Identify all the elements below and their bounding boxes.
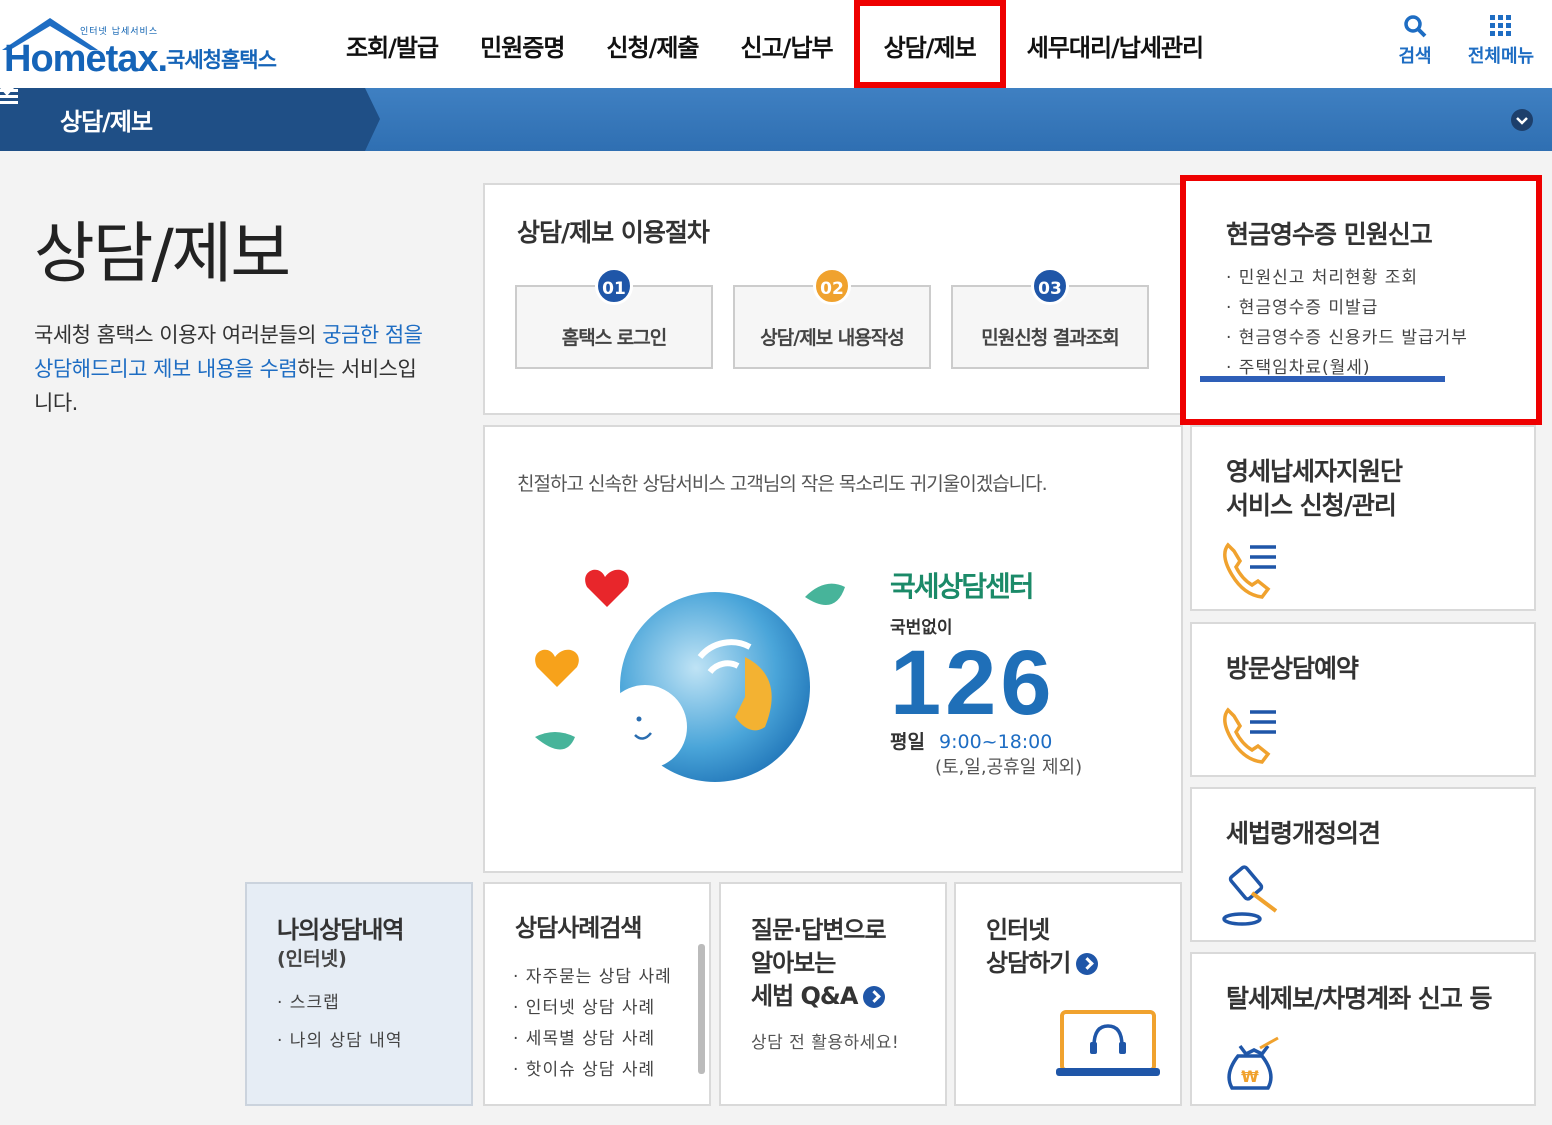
- search-label: 검색: [1398, 46, 1432, 67]
- tax-qa-title: 질문·답변으로 알아보는 세법 Q&A: [751, 914, 887, 1013]
- visit-consult-panel[interactable]: 방문상담예약: [1190, 622, 1536, 777]
- money-bag-icon: ₩: [1227, 1036, 1279, 1090]
- laptop-headset-icon: [1056, 1010, 1160, 1076]
- small-taxpayer-title-line1: 영세납세자지원단: [1226, 457, 1403, 486]
- consult-case-item[interactable]: · 자주묻는 상담 사례: [513, 962, 672, 993]
- arrow-right-icon: [1076, 953, 1099, 975]
- tax-qa-title-line3: 세법 Q&A: [751, 982, 858, 1010]
- annotation-underline: [1200, 376, 1445, 382]
- search-icon: [1404, 15, 1427, 38]
- my-consult-title: 나의상담내역: [277, 916, 404, 944]
- call-center-hours: 평일 9:00~18:00: [890, 727, 1052, 754]
- consult-case-item[interactable]: · 인터넷 상담 사례: [513, 993, 672, 1024]
- gavel-icon: [1222, 865, 1278, 926]
- hometax-logo[interactable]: 인터넷 납세서비스 Hometax. 국세청홈택스: [0, 8, 300, 80]
- hours-value: 9:00~18:00: [939, 731, 1053, 753]
- my-consult-history-panel[interactable]: 나의상담내역 (인터넷) · 스크랩 · 나의 상담 내역: [245, 882, 473, 1106]
- nav-item-certificates[interactable]: 민원증명: [459, 0, 585, 88]
- arrow-right-icon: [863, 986, 886, 1008]
- consult-case-item[interactable]: · 세목별 상담 사례: [513, 1024, 672, 1055]
- call-center-number: 126: [890, 632, 1056, 734]
- consult-case-item[interactable]: · 핫이슈 상담 사례: [513, 1055, 672, 1086]
- tax-qa-panel[interactable]: 질문·답변으로 알아보는 세법 Q&A 상담 전 활용하세요!: [719, 882, 947, 1106]
- logo-tagline: 인터넷 납세서비스: [80, 27, 159, 37]
- internet-consult-title-line1: 인터넷: [986, 916, 1050, 944]
- nav-item-consult[interactable]: 상담/제보: [853, 0, 1006, 88]
- my-consult-item[interactable]: · 나의 상담 내역: [277, 1026, 402, 1064]
- sub-navigation-bar: 상담/제보: [0, 88, 1552, 151]
- grid-menu-icon: [1490, 15, 1511, 36]
- cash-receipt-list: · 민원신고 처리현황 조회 · 현금영수증 미발급 · 현금영수증 신용카드 …: [1226, 263, 1468, 383]
- logo-kr-text: 국세청홈택스: [166, 48, 277, 72]
- step-label: 상담/제보 내용작성: [760, 327, 904, 349]
- intro-text-a: 국세청 홈택스 이용자 여러분들의: [34, 323, 323, 347]
- cash-receipt-item[interactable]: · 현금영수증 미발급: [1226, 293, 1468, 323]
- nav-item-filing[interactable]: 신고/납부: [720, 0, 854, 88]
- page-title: 상담/제보: [34, 215, 291, 292]
- tax-qa-title-line2: 알아보는: [751, 949, 836, 977]
- procedure-panel: 상담/제보 이용절차 홈택스 로그인 01 상담/제보 내용작성 02 민원신청…: [483, 183, 1183, 415]
- scrollbar[interactable]: [698, 944, 705, 1074]
- sub-menu-title: 상담/제보: [60, 108, 153, 136]
- step-number-badge: 03: [1031, 267, 1069, 305]
- tax-qa-title-line1: 질문·답변으로: [751, 916, 887, 944]
- consult-case-search-panel[interactable]: 상담사례검색 · 자주묻는 상담 사례 · 인터넷 상담 사례 · 세목별 상담…: [483, 882, 711, 1106]
- cash-receipt-report-panel[interactable]: 현금영수증 민원신고 · 민원신고 처리현황 조회 · 현금영수증 미발급 · …: [1180, 175, 1542, 425]
- small-taxpayer-title: 영세납세자지원단 서비스 신청/관리: [1226, 455, 1403, 523]
- all-menu-button[interactable]: 전체메뉴: [1456, 14, 1546, 68]
- small-taxpayer-title-line2: 서비스 신청/관리: [1226, 491, 1397, 520]
- cash-receipt-item[interactable]: · 현금영수증 신용카드 발급거부: [1226, 323, 1468, 353]
- tax-evasion-report-panel[interactable]: 탈세제보/차명계좌 신고 등 ₩: [1190, 952, 1536, 1106]
- top-header: 인터넷 납세서비스 Hometax. 국세청홈택스 조회/발급 민원증명 신청/…: [0, 0, 1552, 88]
- nav-item-application[interactable]: 신청/제출: [585, 0, 719, 88]
- call-center-panel: 친절하고 신속한 상담서비스 고객님의 작은 목소리도 귀기울이겠습니다. 국세…: [483, 425, 1183, 873]
- page-description: 국세청 홈택스 이용자 여러분들의 궁금한 점을 상담해드리고 제보 내용을 수…: [34, 318, 434, 420]
- sub-menu-background: [0, 88, 380, 151]
- call-center-illustration: [535, 569, 845, 782]
- expand-circle-icon[interactable]: [1510, 108, 1534, 132]
- call-center-description: 친절하고 신속한 상담서비스 고객님의 작은 목소리도 귀기울이겠습니다.: [517, 473, 1048, 495]
- hours-note: (토,일,공휴일 제외): [935, 757, 1083, 778]
- logo-text: Hometax.: [4, 38, 168, 80]
- procedure-title: 상담/제보 이용절차: [517, 218, 710, 247]
- sub-menu-dropdown[interactable]: 상담/제보: [0, 88, 380, 151]
- phone-call-icon: [1223, 542, 1276, 599]
- my-consult-subtitle: (인터넷): [277, 948, 347, 970]
- internet-consult-title: 인터넷 상담하기: [986, 914, 1099, 980]
- cash-receipt-item[interactable]: · 민원신고 처리현황 조회: [1226, 263, 1468, 293]
- call-center-brand: 국세상담센터: [890, 570, 1035, 603]
- visit-consult-title: 방문상담예약: [1226, 654, 1359, 683]
- global-nav: 조회/발급 민원증명 신청/제출 신고/납부 상담/제보 세무대리/납세관리: [325, 0, 1224, 88]
- small-taxpayer-panel[interactable]: 영세납세자지원단 서비스 신청/관리: [1190, 425, 1536, 611]
- svg-text:₩: ₩: [1241, 1067, 1259, 1086]
- hours-label: 평일: [890, 731, 925, 753]
- my-consult-list: · 스크랩 · 나의 상담 내역: [277, 988, 402, 1064]
- consult-case-list: · 자주묻는 상담 사례 · 인터넷 상담 사례 · 세목별 상담 사례 · 핫…: [513, 962, 672, 1086]
- step-number-badge: 02: [813, 267, 851, 305]
- internet-consult-title-line2: 상담하기: [986, 949, 1071, 977]
- step-label: 민원신청 결과조회: [981, 327, 1119, 349]
- step-label: 홈택스 로그인: [561, 327, 668, 349]
- tax-evasion-report-title: 탈세제보/차명계좌 신고 등: [1226, 984, 1493, 1013]
- step-number-badge: 01: [595, 267, 633, 305]
- caret-down-icon: [0, 88, 14, 96]
- search-button[interactable]: 검색: [1370, 14, 1460, 68]
- tax-law-opinion-panel[interactable]: 세법령개정의견: [1190, 787, 1536, 942]
- internet-consult-panel[interactable]: 인터넷 상담하기: [954, 882, 1182, 1106]
- tax-qa-note: 상담 전 활용하세요!: [751, 1033, 900, 1053]
- cash-receipt-title: 현금영수증 민원신고: [1226, 220, 1433, 249]
- consult-case-title: 상담사례검색: [515, 914, 642, 942]
- all-menu-label: 전체메뉴: [1467, 46, 1535, 67]
- my-consult-item[interactable]: · 스크랩: [277, 988, 402, 1026]
- nav-item-inquiry[interactable]: 조회/발급: [325, 0, 459, 88]
- nav-item-agent[interactable]: 세무대리/납세관리: [1006, 0, 1224, 88]
- tax-law-opinion-title: 세법령개정의견: [1226, 819, 1381, 848]
- phone-call-icon: [1223, 707, 1276, 764]
